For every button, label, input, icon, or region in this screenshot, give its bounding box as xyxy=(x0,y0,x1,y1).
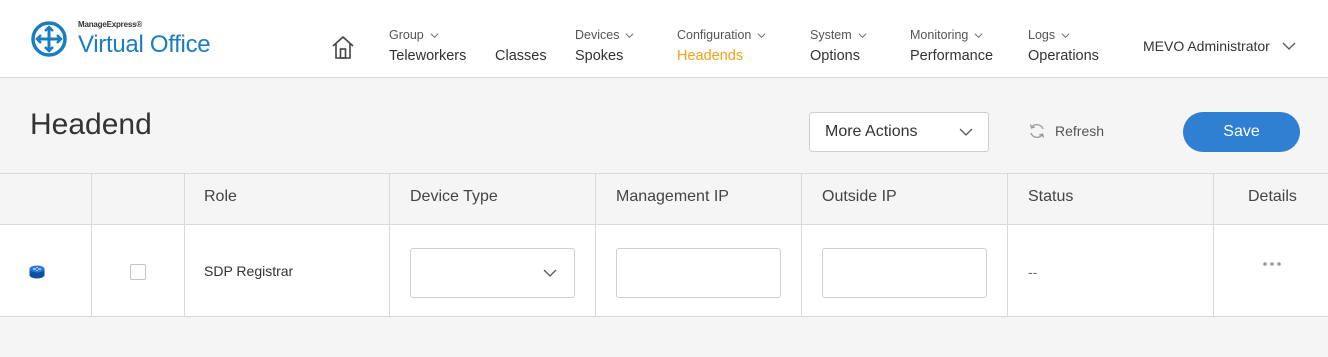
headend-table: Role Device Type Management IP Outside I… xyxy=(0,173,1328,317)
refresh-icon xyxy=(1029,124,1045,138)
column-divider xyxy=(1007,174,1008,225)
chevron-down-icon xyxy=(959,128,973,136)
column-divider xyxy=(595,225,596,317)
user-menu[interactable]: MEVO Administrator xyxy=(1143,38,1296,54)
outside-ip-input[interactable] xyxy=(822,248,987,298)
header-role[interactable]: Role xyxy=(204,188,237,206)
header-status[interactable]: Status xyxy=(1028,188,1073,206)
more-actions-dropdown[interactable]: More Actions xyxy=(809,112,989,152)
nav-performance-label: Performance xyxy=(910,48,994,64)
header-device-type[interactable]: Device Type xyxy=(410,188,498,206)
nav-options-label: Options xyxy=(810,48,860,64)
nav-monitoring-label: Monitoring xyxy=(910,28,969,42)
column-divider xyxy=(389,225,390,317)
table-row: SDP Registrar -- xyxy=(0,225,1328,317)
chevron-down-icon xyxy=(1061,32,1070,38)
nav-configuration-label: Configuration xyxy=(677,28,752,42)
top-header: ManageExpress® Virtual Office Group Tele… xyxy=(0,0,1328,78)
refresh-button[interactable]: Refresh xyxy=(1027,121,1104,141)
column-divider xyxy=(184,174,185,225)
chevron-down-icon xyxy=(626,32,634,38)
nav-group-label: Group xyxy=(389,28,424,42)
page-title: Headend xyxy=(30,108,152,141)
status-cell: -- xyxy=(1028,264,1038,280)
chevron-down-icon xyxy=(430,32,439,38)
column-divider xyxy=(91,174,92,225)
column-divider xyxy=(389,174,390,225)
home-icon xyxy=(332,36,354,59)
header-details[interactable]: Details xyxy=(1248,188,1297,206)
nav-teleworkers-label: Teleworkers xyxy=(389,48,467,64)
nav-spokes-label: Spokes xyxy=(575,48,624,64)
refresh-label: Refresh xyxy=(1055,123,1105,139)
nav-operations-label: Operations xyxy=(1028,48,1099,64)
more-horizontal-icon[interactable] xyxy=(1262,261,1282,267)
more-actions-label: More Actions xyxy=(825,123,918,140)
device-type-select[interactable] xyxy=(410,248,575,298)
router-icon xyxy=(29,265,45,279)
chevron-down-icon xyxy=(543,269,557,277)
nav-system-label: System xyxy=(810,28,852,42)
save-button[interactable]: Save xyxy=(1183,112,1300,152)
role-cell: SDP Registrar xyxy=(204,263,294,279)
brand-logo[interactable]: ManageExpress® Virtual Office xyxy=(30,18,211,60)
table-header: Role Device Type Management IP Outside I… xyxy=(0,174,1328,225)
column-divider xyxy=(801,225,802,317)
column-divider xyxy=(184,225,185,317)
column-divider xyxy=(1213,174,1214,225)
row-select-checkbox[interactable] xyxy=(130,264,146,280)
nav-devices-label: Devices xyxy=(575,28,620,42)
header-outside-ip[interactable]: Outside IP xyxy=(822,188,897,206)
chevron-down-icon xyxy=(1282,42,1296,50)
chevron-down-icon xyxy=(757,32,766,38)
management-ip-input[interactable] xyxy=(616,248,781,298)
column-divider xyxy=(801,174,802,225)
user-name: MEVO Administrator xyxy=(1143,38,1270,54)
column-divider xyxy=(1007,225,1008,317)
brand-small-text: ManageExpress® xyxy=(78,20,143,29)
chevron-down-icon xyxy=(858,32,867,38)
nav-logs-label: Logs xyxy=(1028,28,1056,42)
nav-headends-label: Headends xyxy=(677,48,744,64)
nav-classes-label: Classes xyxy=(495,48,547,64)
column-divider xyxy=(91,225,92,317)
compass-logo-icon xyxy=(31,21,67,57)
home-button[interactable] xyxy=(331,34,355,60)
brand-name: Virtual Office xyxy=(78,31,211,58)
column-divider xyxy=(595,174,596,225)
header-management-ip[interactable]: Management IP xyxy=(616,188,729,206)
column-divider xyxy=(1213,225,1214,317)
chevron-down-icon xyxy=(974,32,983,38)
